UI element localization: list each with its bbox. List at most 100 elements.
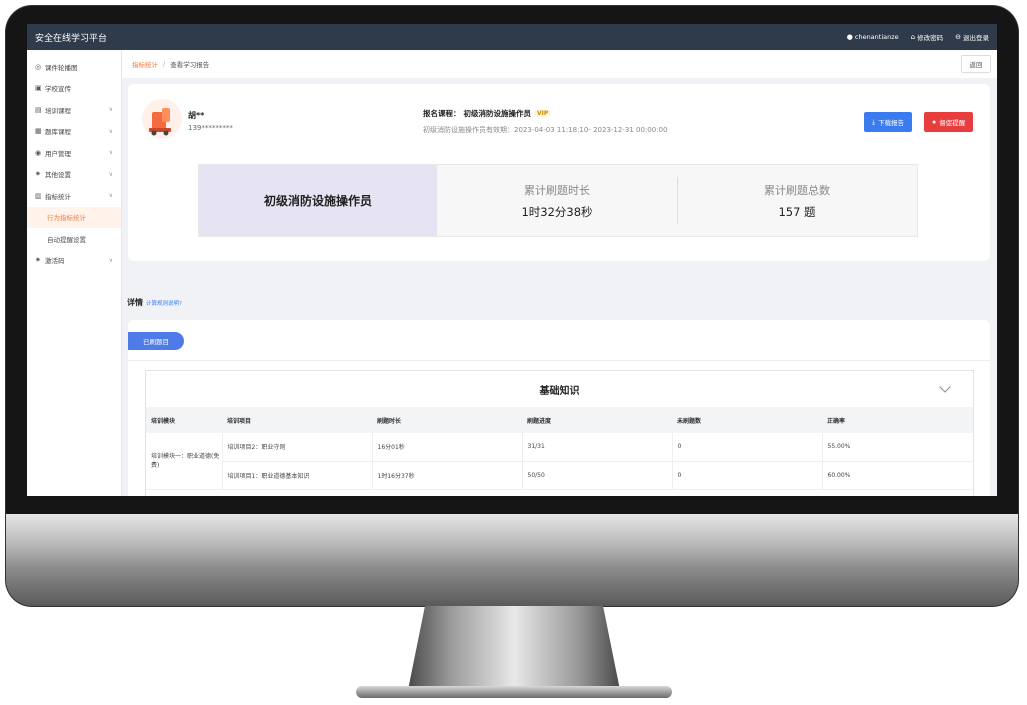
gear-icon: ✷ [35, 170, 41, 179]
sidebar-item[interactable]: ✷ 其他设置 ∨ [27, 164, 121, 186]
change-password-link[interactable]: ⌂ 修改密码 [911, 32, 943, 42]
sidebar-item-label: 培训课程 [45, 106, 71, 115]
sidebar-item[interactable]: ▤ 培训课程 ∨ [27, 99, 121, 121]
stat-total-time-label: 累计刷题时长 [524, 183, 590, 197]
learner-name: 胡** [188, 111, 205, 120]
sidebar-item-label: 其他设置 [45, 171, 71, 180]
column-header: 培训模块 [151, 417, 176, 425]
course-name: 初级消防设施操作员 [463, 109, 532, 118]
progress-cell: 31/31 [522, 433, 673, 462]
project-cell: 培训项目2：职业守则 [222, 433, 373, 462]
learner-avatar [142, 99, 182, 139]
remaining-cell: 0 [672, 433, 823, 462]
project-cell: 培训项目1：职业道德基本知识 [222, 461, 373, 490]
enrolled-course: 报名课程： 初级消防设施操作员 VIP [423, 108, 552, 119]
column-header: 正确率 [827, 417, 846, 425]
monitor-mockup: 安全在线学习平台 ● chenantianze ⌂ 修改密码 ⊖ 退出登录 ◎ 课件轮播… [0, 0, 1027, 705]
logout-link[interactable]: ⊖ 退出登录 [955, 32, 989, 42]
stats-panel: 初级消防设施操作员 累计刷题时长 1时32分38秒 累计刷题总数 157 题 [198, 164, 918, 237]
sidebar-item[interactable]: ▣ 学校宣传 [27, 78, 121, 100]
sidebar-item[interactable]: ▥ 指标统计 ∨ [27, 185, 121, 207]
briefcase-icon: ▣ [35, 84, 42, 93]
sidebar-item-label: 课件轮播图 [45, 63, 78, 72]
main-content: 指标统计 / 查看学习报告 返回 胡** 139********* 报名课程： [122, 50, 997, 496]
remaining-cell: 0 [672, 461, 823, 490]
gear-icon: ✷ [35, 256, 41, 265]
learner-phone: 139********* [188, 124, 233, 132]
download-icon: ⤓ [872, 118, 876, 126]
stat-total-count-label: 累计刷题总数 [764, 183, 830, 197]
top-bar-actions: ● chenantianze ⌂ 修改密码 ⊖ 退出登录 [847, 32, 989, 42]
section-header[interactable]: 基础知识 [146, 371, 973, 407]
stat-total-time-value: 1时32分38秒 [521, 204, 593, 219]
document-icon: ▥ [35, 191, 42, 200]
sidebar-item-label: 激活码 [45, 257, 65, 266]
monitor-chin [6, 514, 1018, 606]
remind-button[interactable]: ● 督促提醒 [924, 112, 974, 132]
sidebar: ◎ 课件轮播图 ▣ 学校宣传 ▤ 培训课程 ∨ ▦ 题库课程 ∨ ◉ 用户管理 ∨ ✷ 其他设置 ∨ ▥ 指标统计… [27, 50, 122, 496]
time-cell: 16分01秒 [372, 433, 523, 462]
bell-icon: ● [932, 118, 937, 126]
breadcrumb: 指标统计 / 查看学习报告 返回 [122, 50, 997, 78]
bullseye-icon: ◎ [35, 62, 42, 71]
logout-icon: ⊖ [955, 32, 961, 41]
sidebar-item-label: 指标统计 [45, 192, 71, 201]
chevron-down-icon: ∨ [108, 170, 113, 178]
divider [128, 360, 990, 361]
top-bar: 安全在线学习平台 ● chenantianze ⌂ 修改密码 ⊖ 退出登录 [27, 24, 997, 50]
learner-summary-card: 胡** 139********* 报名课程： 初级消防设施操作员 VIP 初级消… [128, 84, 990, 261]
table-header-row: 培训模块 培训项目 刷题时长 刷题进度 未刷题数 正确率 [146, 407, 973, 433]
module-cell: 培训模块一：职业道德(免费) [146, 433, 223, 490]
sidebar-item[interactable]: 自动提醒设置 [27, 228, 121, 250]
chevron-down-icon: ∨ [108, 127, 113, 135]
chevron-down-icon[interactable] [939, 381, 951, 393]
time-cell: 1时16分37秒 [372, 461, 523, 490]
sidebar-item[interactable]: 行为指标统计 [27, 206, 121, 228]
lock-icon: ⌂ [910, 32, 916, 41]
detail-card: 已刷题目 基础知识 培训模块 培训项目 刷题时长 刷题进度 未刷题数 正确率 培… [128, 320, 990, 496]
column-header: 未刷题数 [677, 417, 702, 425]
accuracy-cell: 55.00% [822, 433, 973, 462]
sidebar-item-label: 行为指标统计 [47, 214, 86, 223]
sidebar-item[interactable]: ▦ 题库课程 ∨ [27, 121, 121, 143]
sidebar-item[interactable]: ◉ 用户管理 ∨ [27, 142, 121, 164]
calculation-rules-link[interactable]: 计算规则说明? [146, 299, 182, 307]
course-prefix: 报名课程： [423, 109, 461, 118]
course-validity: 初级消防设施操作员有效期：2023-04-03 11:18:10- 2023-1… [423, 126, 668, 134]
column-header: 培训项目 [227, 417, 252, 425]
detail-title: 详情 [127, 298, 143, 307]
back-button[interactable]: 返回 [961, 55, 991, 73]
breadcrumb-current: 查看学习报告 [170, 61, 210, 69]
table-row: 培训项目1：职业道德基本知识 1时16分37秒 50/50 0 60.00% [146, 461, 973, 490]
sidebar-item[interactable]: ◎ 课件轮播图 [27, 56, 121, 78]
vip-badge: VIP [534, 110, 552, 117]
user-menu[interactable]: ● chenantianze [847, 33, 899, 41]
sidebar-item-label: 题库课程 [45, 128, 71, 137]
download-report-button[interactable]: ⤓ 下载报告 [864, 112, 913, 132]
breadcrumb-parent[interactable]: 指标统计 [132, 59, 158, 69]
sidebar-item-label: 学校宣传 [45, 85, 71, 94]
tab-answered-questions[interactable]: 已刷题目 [128, 332, 184, 350]
knowledge-section: 基础知识 培训模块 培训项目 刷题时长 刷题进度 未刷题数 正确率 培训模块一：… [145, 370, 974, 496]
section-title: 基础知识 [539, 385, 580, 397]
stats-course-name: 初级消防设施操作员 [199, 165, 437, 236]
app-title: 安全在线学习平台 [35, 33, 108, 44]
app-screen: 安全在线学习平台 ● chenantianze ⌂ 修改密码 ⊖ 退出登录 ◎ 课件轮播… [27, 24, 997, 496]
progress-table: 培训模块 培训项目 刷题时长 刷题进度 未刷题数 正确率 培训模块一：职业道德(… [146, 407, 973, 490]
grid-icon: ▦ [35, 127, 42, 136]
sidebar-item[interactable]: ✷ 激活码 ∨ [27, 250, 121, 272]
sidebar-menu: ◎ 课件轮播图 ▣ 学校宣传 ▤ 培训课程 ∨ ▦ 题库课程 ∨ ◉ 用户管理 ∨ ✷ 其他设置 ∨ ▥ 指标统计… [27, 50, 121, 271]
sidebar-item-label: 自动提醒设置 [47, 235, 86, 244]
chevron-down-icon: ∨ [108, 256, 113, 264]
monitor-stand [408, 606, 620, 690]
sidebar-item-label: 用户管理 [45, 149, 71, 158]
chevron-down-icon: ∨ [108, 106, 113, 114]
monitor-base [356, 686, 672, 698]
stat-total-count-value: 157 题 [778, 204, 816, 219]
progress-cell: 50/50 [522, 461, 673, 490]
user-icon: ● [846, 32, 853, 41]
user-icon: ◉ [35, 148, 42, 157]
chevron-down-icon: ∨ [108, 149, 113, 157]
book-icon: ▤ [35, 105, 42, 114]
column-header: 刷题进度 [527, 417, 552, 425]
